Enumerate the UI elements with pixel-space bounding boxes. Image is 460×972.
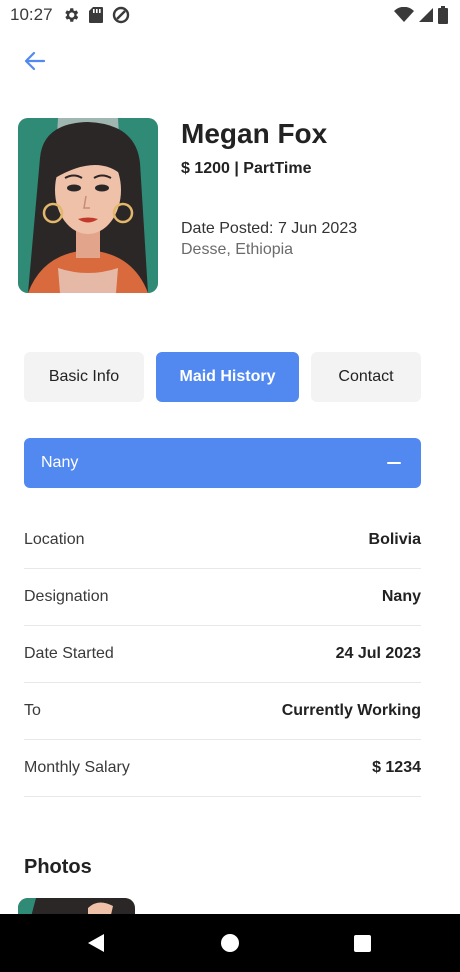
nav-home-icon[interactable] bbox=[221, 934, 239, 952]
detail-value: 24 Jul 2023 bbox=[335, 645, 421, 662]
tab-label: Contact bbox=[338, 368, 394, 385]
detail-row-monthly-salary: Monthly Salary $ 1234 bbox=[24, 740, 421, 797]
settings-icon bbox=[65, 8, 79, 22]
detail-label: Monthly Salary bbox=[24, 759, 130, 776]
history-accordion-header[interactable]: Nany bbox=[24, 438, 421, 488]
tab-label: Maid History bbox=[179, 368, 276, 385]
profile-name: Megan Fox bbox=[181, 118, 328, 149]
nav-back-icon[interactable] bbox=[87, 933, 105, 953]
detail-row-to: To Currently Working bbox=[24, 683, 421, 740]
detail-value: Bolivia bbox=[368, 531, 421, 548]
status-right-icons bbox=[394, 6, 448, 24]
status-left-icons bbox=[62, 6, 130, 24]
detail-row-designation: Designation Nany bbox=[24, 569, 421, 626]
minus-icon[interactable] bbox=[387, 462, 401, 464]
detail-label: Designation bbox=[24, 588, 109, 605]
date-posted: Date Posted: 7 Jun 2023 bbox=[181, 220, 358, 237]
detail-label: Location bbox=[24, 531, 85, 548]
wifi-icon bbox=[394, 7, 414, 22]
detail-label: To bbox=[24, 702, 41, 719]
profile-salary: $ 1200 | PartTime bbox=[181, 160, 312, 177]
battery-icon bbox=[438, 6, 448, 24]
status-bar: 10:27 bbox=[0, 0, 460, 30]
photos-title: Photos bbox=[24, 856, 92, 878]
history-details: Location Bolivia Designation Nany Date S… bbox=[24, 512, 421, 797]
tab-maid-history[interactable]: Maid History bbox=[156, 352, 299, 402]
history-title: Nany bbox=[41, 454, 79, 471]
avatar bbox=[18, 118, 158, 293]
sd-card-icon bbox=[89, 7, 103, 23]
signal-icon bbox=[419, 8, 433, 22]
detail-value: Currently Working bbox=[281, 702, 421, 719]
nav-recents-icon[interactable] bbox=[354, 935, 371, 952]
system-nav-bar bbox=[0, 914, 460, 972]
back-button[interactable] bbox=[20, 46, 50, 76]
detail-label: Date Started bbox=[24, 645, 114, 662]
tab-contact[interactable]: Contact bbox=[311, 352, 421, 402]
arrow-left-icon bbox=[24, 51, 46, 71]
detail-row-date-started: Date Started 24 Jul 2023 bbox=[24, 626, 421, 683]
detail-row-location: Location Bolivia bbox=[24, 512, 421, 569]
tab-basic-info[interactable]: Basic Info bbox=[24, 352, 144, 402]
tab-label: Basic Info bbox=[48, 368, 120, 385]
detail-value: $ 1234 bbox=[372, 759, 421, 776]
data-saver-icon bbox=[112, 6, 130, 24]
status-time: 10:27 bbox=[10, 5, 53, 24]
detail-value: Nany bbox=[381, 588, 421, 605]
profile-location: Desse, Ethiopia bbox=[181, 241, 294, 258]
